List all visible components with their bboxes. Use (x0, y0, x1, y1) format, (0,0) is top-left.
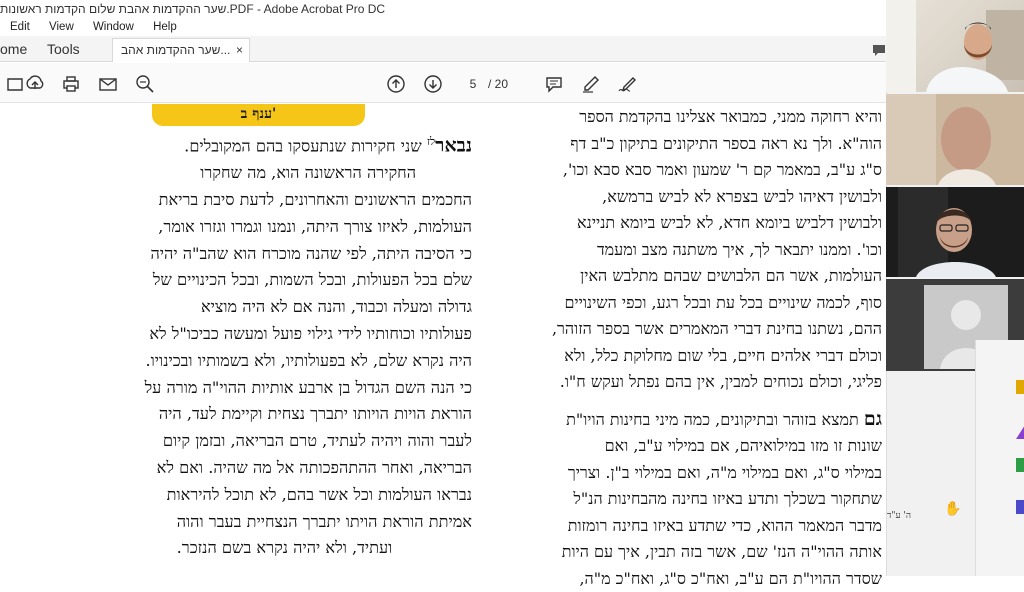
window-title-bar: שער ההקדמות אהבת שלום הקדמות ראשונות.PDF… (0, 0, 886, 18)
upload-icon[interactable] (24, 73, 46, 95)
left-line: החקירה הראשונה הוא, מה שחקרו (97, 160, 472, 187)
comment-icon[interactable] (543, 73, 565, 95)
left-line: פעולותיו וכוחותיו לידי גילוי פועל ומעשה … (97, 321, 472, 348)
right-line: גם תמצא בזוהר ובתיקונים, כמה מיני בחינות… (497, 406, 882, 434)
right-line: שונות זו מזו במילואיהם, אם במילוי ע"ב, ו… (497, 433, 882, 460)
page-number-input[interactable]: 5 (462, 74, 484, 94)
right-line: סוף, לכמה שינויים בכל עת ובכל רגע, וכפי … (497, 290, 882, 317)
left-line: הבריאה, ואחר ההתהפכותה אל מה שהיה. ואם ל… (97, 455, 472, 482)
right-line: והיא רחוקה ממני, כמבואר אצלינו בהקדמת הס… (497, 104, 882, 131)
left-line-0: נבארלז שני חקירות שנתעסקו בהם המקובלים. (97, 129, 472, 160)
pdf-page: ענף ב' נבארלז שני חקירות שנתעסקו בהם המק… (0, 104, 886, 576)
zoom-icon[interactable] (134, 73, 156, 95)
left-line: החכמים הראשונים והאחרונים, לדעת סיבת ברי… (97, 187, 472, 214)
right-line: ס"ג ע"ב, במאמר קם ר' שמעון ואמר סבא סבא … (497, 157, 882, 184)
page-down-icon[interactable] (422, 73, 444, 95)
participant-video-1[interactable] (886, 0, 1024, 92)
right-line: ולבושין דאיהו לביש בצפרא לא לביש ברמשא, (497, 184, 882, 211)
left-line: אמיתת הוראת הויתו יתברך הנצחיית בעבר והו… (97, 509, 472, 536)
tab-home[interactable]: ome (0, 36, 27, 62)
left-line: גדולה ומעלה וכבוד, והנה אם לא היה מוציא (97, 294, 472, 321)
tool-icon-yellow[interactable] (1016, 380, 1024, 394)
hand-cursor-icon: ✋ (944, 500, 961, 517)
left-line: שלם בכל הפעולות, ובכל השמות, ובכל הכינוי… (97, 267, 472, 294)
right-line: ההם, נשתנו בחינת דברי המאמרים אשר בספר ה… (497, 316, 882, 343)
right-line: שתחקור בשכלך ותדע באיזו בחינה מהבחינות ה… (497, 486, 882, 513)
menu-view[interactable]: View (49, 18, 74, 36)
left-line: הוראת הויות הויותו יתברך נצחית וקיימת לע… (97, 401, 472, 428)
tool-icon-blue[interactable] (1016, 500, 1024, 514)
right-line: אותה ההוי"ה הנז' שם, אשר בזה תבין, איך ע… (497, 539, 882, 566)
right-line: העולמות, אשר הם הלבושים שבהם מתלבש האין (497, 263, 882, 290)
side-tools-strip (975, 340, 1024, 576)
left-text-column: נבארלז שני חקירות שנתעסקו בהם המקובלים. … (97, 129, 472, 562)
highlight-icon[interactable] (580, 73, 602, 95)
left-line: העולמות, לאיזו צורך היתה, ונמנו וגמרו וג… (97, 214, 472, 241)
right-line: ולבושין דלביש ביומא חדא, לא לביש ביומא ת… (497, 210, 882, 237)
save-icon[interactable] (4, 73, 26, 95)
tab-document-label: שער ההקדמות אהב... (121, 43, 230, 57)
toolbar: 5 / 20 (0, 63, 886, 103)
left-line: היה נקרא שלם, לא בפעולותיו, ולא בשמותיו … (97, 348, 472, 375)
participant-video-3[interactable] (886, 187, 1024, 277)
right-line: וכולם דברי אלהים חיים, בלי שום מחלוקת כל… (497, 343, 882, 370)
menu-bar: Edit View Window Help (0, 18, 886, 36)
chat-icon[interactable] (871, 42, 887, 58)
tool-icon-purple[interactable] (1016, 425, 1024, 439)
footnote-marker: לז (427, 135, 435, 148)
menu-edit[interactable]: Edit (10, 18, 30, 36)
document-viewer[interactable]: ענף ב' נבארלז שני חקירות שנתעסקו בהם המק… (0, 104, 886, 576)
page-up-icon[interactable] (385, 73, 407, 95)
participant-video-2[interactable] (886, 94, 1024, 185)
left-line: ועתיד, ולא יהיה נקרא בשם הנזכר. (97, 535, 472, 562)
close-icon[interactable]: × (236, 39, 243, 61)
right-line: וכו'. וממנו יתבאר לך, איך משתנה מצב ומעמ… (497, 237, 882, 264)
page-count: / 20 (488, 74, 508, 94)
right-text-column: והיא רחוקה ממני, כמבואר אצלינו בהקדמת הס… (497, 104, 882, 592)
right-line: פליגי, וכולם נכוחים למבין, אין בהם נפתל … (497, 369, 882, 396)
margin-note: ה' ע"ד (887, 510, 911, 521)
right-line: שסדר ההויו"ת הם ע"ב, ואח"כ ס"ג, ואח"כ מ"… (497, 566, 882, 592)
left-line: כי הסיבה היתה, לפי שהנה מוכרח הוא שהב"ה … (97, 241, 472, 268)
left-line: כי הנה השם הגדול בן ארבע אותיות ההוי"ה מ… (97, 375, 472, 402)
participant-1-image (886, 0, 1024, 92)
right-line: מדבר המאמר ההוא, כדי שתדע באיזו בחינה רו… (497, 513, 882, 540)
lead-word-2: גם (864, 408, 882, 430)
lead-word: נבאר (435, 134, 472, 156)
sign-icon[interactable] (616, 73, 638, 95)
right-line: הוה"א. ולך נא ראה בספר התיקונים בתיקון כ… (497, 131, 882, 158)
tab-bar: ome Tools שער ההקדמות אהב... × (0, 36, 886, 62)
section-heading: ענף ב' (152, 104, 365, 126)
participant-3-image (886, 187, 1024, 277)
print-icon[interactable] (60, 73, 82, 95)
left-line: לעבר והוה ויהיה לעתיד, טרם הבריאה, ובזמן… (97, 428, 472, 455)
tab-document[interactable]: שער ההקדמות אהב... × (112, 38, 250, 62)
participant-2-image (886, 94, 1024, 185)
tab-tools[interactable]: Tools (47, 36, 80, 62)
menu-help[interactable]: Help (153, 18, 177, 36)
tool-icon-green[interactable] (1016, 458, 1024, 472)
window-title: שער ההקדמות אהבת שלום הקדמות ראשונות.PDF… (0, 0, 385, 18)
right-line: במילוי ס"ג, ואם במילוי מ"ה, ואם במילוי ב… (497, 460, 882, 487)
left-line: נבראו העולמות וכל אשר בהם, לא תוכל להירא… (97, 482, 472, 509)
menu-window[interactable]: Window (93, 18, 134, 36)
mail-icon[interactable] (97, 73, 119, 95)
